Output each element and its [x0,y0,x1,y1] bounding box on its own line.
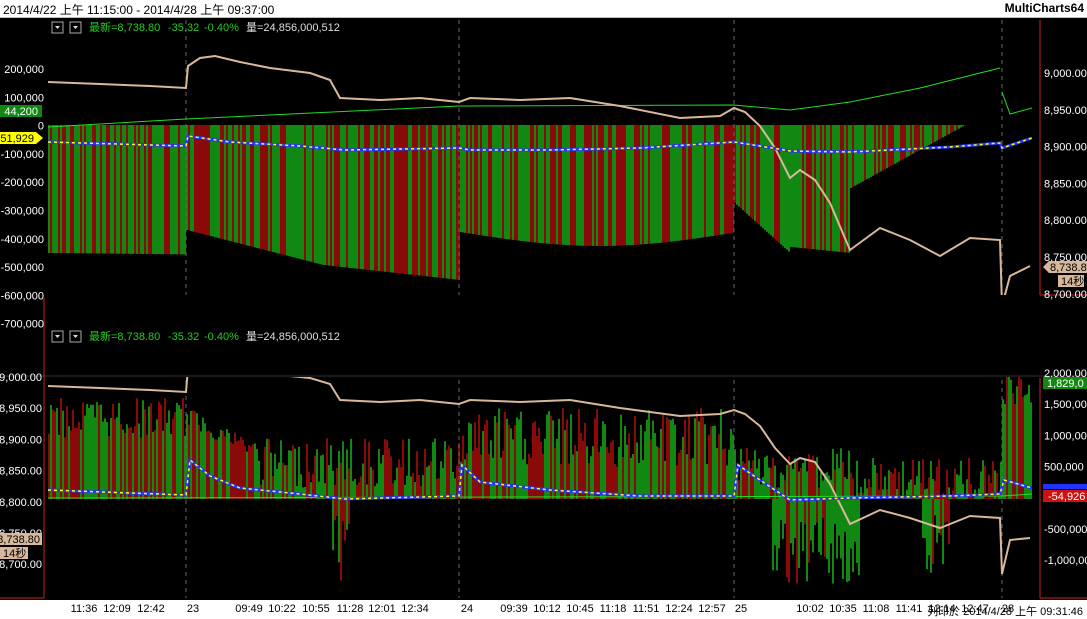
time-tick-label: 09:39 [500,603,528,615]
title-bar: 2014/4/22 上午 11:15:00 - 2014/4/28 上午 09:… [0,0,1087,18]
pane1-legend: 最新=8,738.80 -35.32 -0.40% 量=24,856,000,5… [51,20,340,34]
axis-tick-label: 8,850.00 [1044,178,1087,190]
time-tick-label: 11:36 [70,603,98,615]
axis-tick-label: 1,500,000 [1044,399,1087,411]
time-tick-label: 11:51 [632,603,660,615]
axis-tick-label: -400,000 [1,234,44,246]
axis-tick-label: 8,900.00 [1044,142,1087,154]
time-tick-label: 12:34 [401,603,429,615]
axis-tick-label: 500,000 [1044,462,1084,474]
tag-right-interval: 14秒 [1061,274,1084,288]
axis-tick-label: 200,000 [4,64,44,76]
tag-green: 44,200 [4,106,38,118]
axis-tick-label: -200,000 [1,177,44,189]
time-tick-label: 11:18 [599,603,627,615]
legend-percent: -0.40% [204,331,239,343]
time-tick-label: 10:35 [829,603,857,615]
date-range-label: 2014/4/22 上午 11:15:00 - 2014/4/28 上午 09:… [3,3,275,17]
axis-tick-label: 100,000 [4,92,44,104]
time-tick-label: 12:57 [698,603,726,615]
legend-last: 最新=8,738.80 [89,329,160,343]
time-tick-label: 11:28 [336,603,364,615]
time-tick-label: 12:01 [368,603,396,615]
time-tick-label: 11:41 [895,603,923,615]
axis-tick-label: 8,700.00 [0,559,42,571]
legend-percent: -0.40% [204,22,239,34]
tag-left-interval: 14秒 [3,546,26,560]
axis-tick-label: -100,000 [1,149,44,161]
tag-yellow: -51,929 [0,133,34,145]
time-tick-label: 10:12 [533,603,561,615]
legend-volume: 量=24,856,000,512 [246,21,340,34]
time-tick-label: 10:55 [302,603,330,615]
axis-tick-label: 9,000.00 [1044,68,1087,80]
tag-right-green: 1,829,0 [1047,378,1084,390]
axis-tick-label: 8,800.00 [0,497,42,509]
axis-tick-label: 8,950.00 [1044,105,1087,117]
time-tick-label: 09:49 [235,603,263,615]
axis-tick-label: 8,800.00 [1044,215,1087,227]
print-timestamp: 列印於 2014/4/28 上午 09:31:46 [927,606,1083,618]
time-tick-label: 11:08 [862,603,890,615]
chart-area[interactable]: 最新=8,738.80 -35.32 -0.40% 量=24,856,000,5… [0,18,1087,600]
time-tick-label: 10:22 [268,603,296,615]
time-tick-label: 25 [734,603,748,615]
time-tick-label: 23 [186,603,200,615]
time-tick-label: 10:02 [796,603,824,615]
axis-tick-label: -500,000 [1,262,44,274]
time-axis: 11:36 12:09 12:42 23 09:49 10:22 10:55 11:28 12:… [0,600,1087,619]
time-tick-label: 12:24 [665,603,693,615]
axis-tick-label: 8,950.00 [0,403,42,415]
axis-tick-label: 9,000.00 [0,372,42,384]
pane2-legend: 最新=8,738.80 -35.32 -0.40% 量=24,856,000,5… [51,329,340,343]
tag-right-price: 8,738.80 [1050,262,1087,274]
tag-left-price: 8,738.80 [0,534,40,546]
time-tick-label: 24 [460,603,474,615]
axis-tick-label: -300,000 [1,206,44,218]
legend-volume: 量=24,856,000,512 [246,330,340,343]
legend-change: -35.32 [168,22,199,34]
time-tick-label: 10:45 [566,603,594,615]
tag-right-red: -54,926 [1048,491,1085,503]
axis-tick-label: 8,850.00 [0,466,42,478]
axis-tick-label: -600,000 [1,290,44,302]
app-name-label: MultiCharts64 [1004,1,1084,15]
axis-tick-label: 0 [38,121,44,133]
axis-tick-label: 1,000,000 [1044,430,1087,442]
legend-change: -35.32 [168,331,199,343]
axis-tick-label: -1,000,000 [1044,555,1087,567]
time-tick-label: 12:42 [137,603,165,615]
axis-tick-label: -500,000 [1044,524,1087,536]
legend-last: 最新=8,738.80 [89,20,160,34]
time-tick-label: 12:09 [103,603,131,615]
axis-tick-label: 8,900.00 [0,434,42,446]
axis-tick-label: -700,000 [1,319,44,331]
axis-tick-label: 8,700.00 [1044,289,1087,301]
